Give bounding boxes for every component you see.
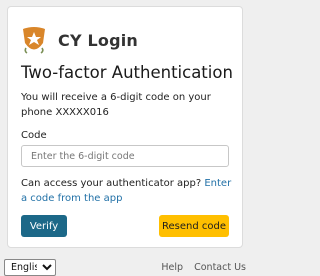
code-label: Code: [21, 130, 47, 141]
authenticator-question: Can access your authenticator app?: [21, 178, 202, 189]
brand-name: CY Login: [58, 30, 139, 50]
code-input[interactable]: [21, 145, 229, 167]
page-title: Two-factor Authentication: [21, 63, 233, 82]
resend-code-button[interactable]: Resend code: [159, 215, 229, 237]
verify-button[interactable]: Verify: [21, 215, 67, 237]
contact-us-link[interactable]: Contact Us: [194, 262, 246, 273]
brand-header: CY Login: [21, 26, 138, 54]
language-select[interactable]: English: [4, 259, 56, 276]
help-link[interactable]: Help: [161, 262, 183, 273]
login-card: CY Login Two-factor Authentication You w…: [7, 6, 243, 248]
authenticator-prompt: Can access your authenticator app? Enter…: [21, 177, 235, 206]
cyprus-emblem-icon: [23, 27, 45, 54]
footer-links: Help Contact Us: [153, 262, 246, 273]
code-sent-message: You will receive a 6-digit code on your …: [21, 92, 211, 118]
